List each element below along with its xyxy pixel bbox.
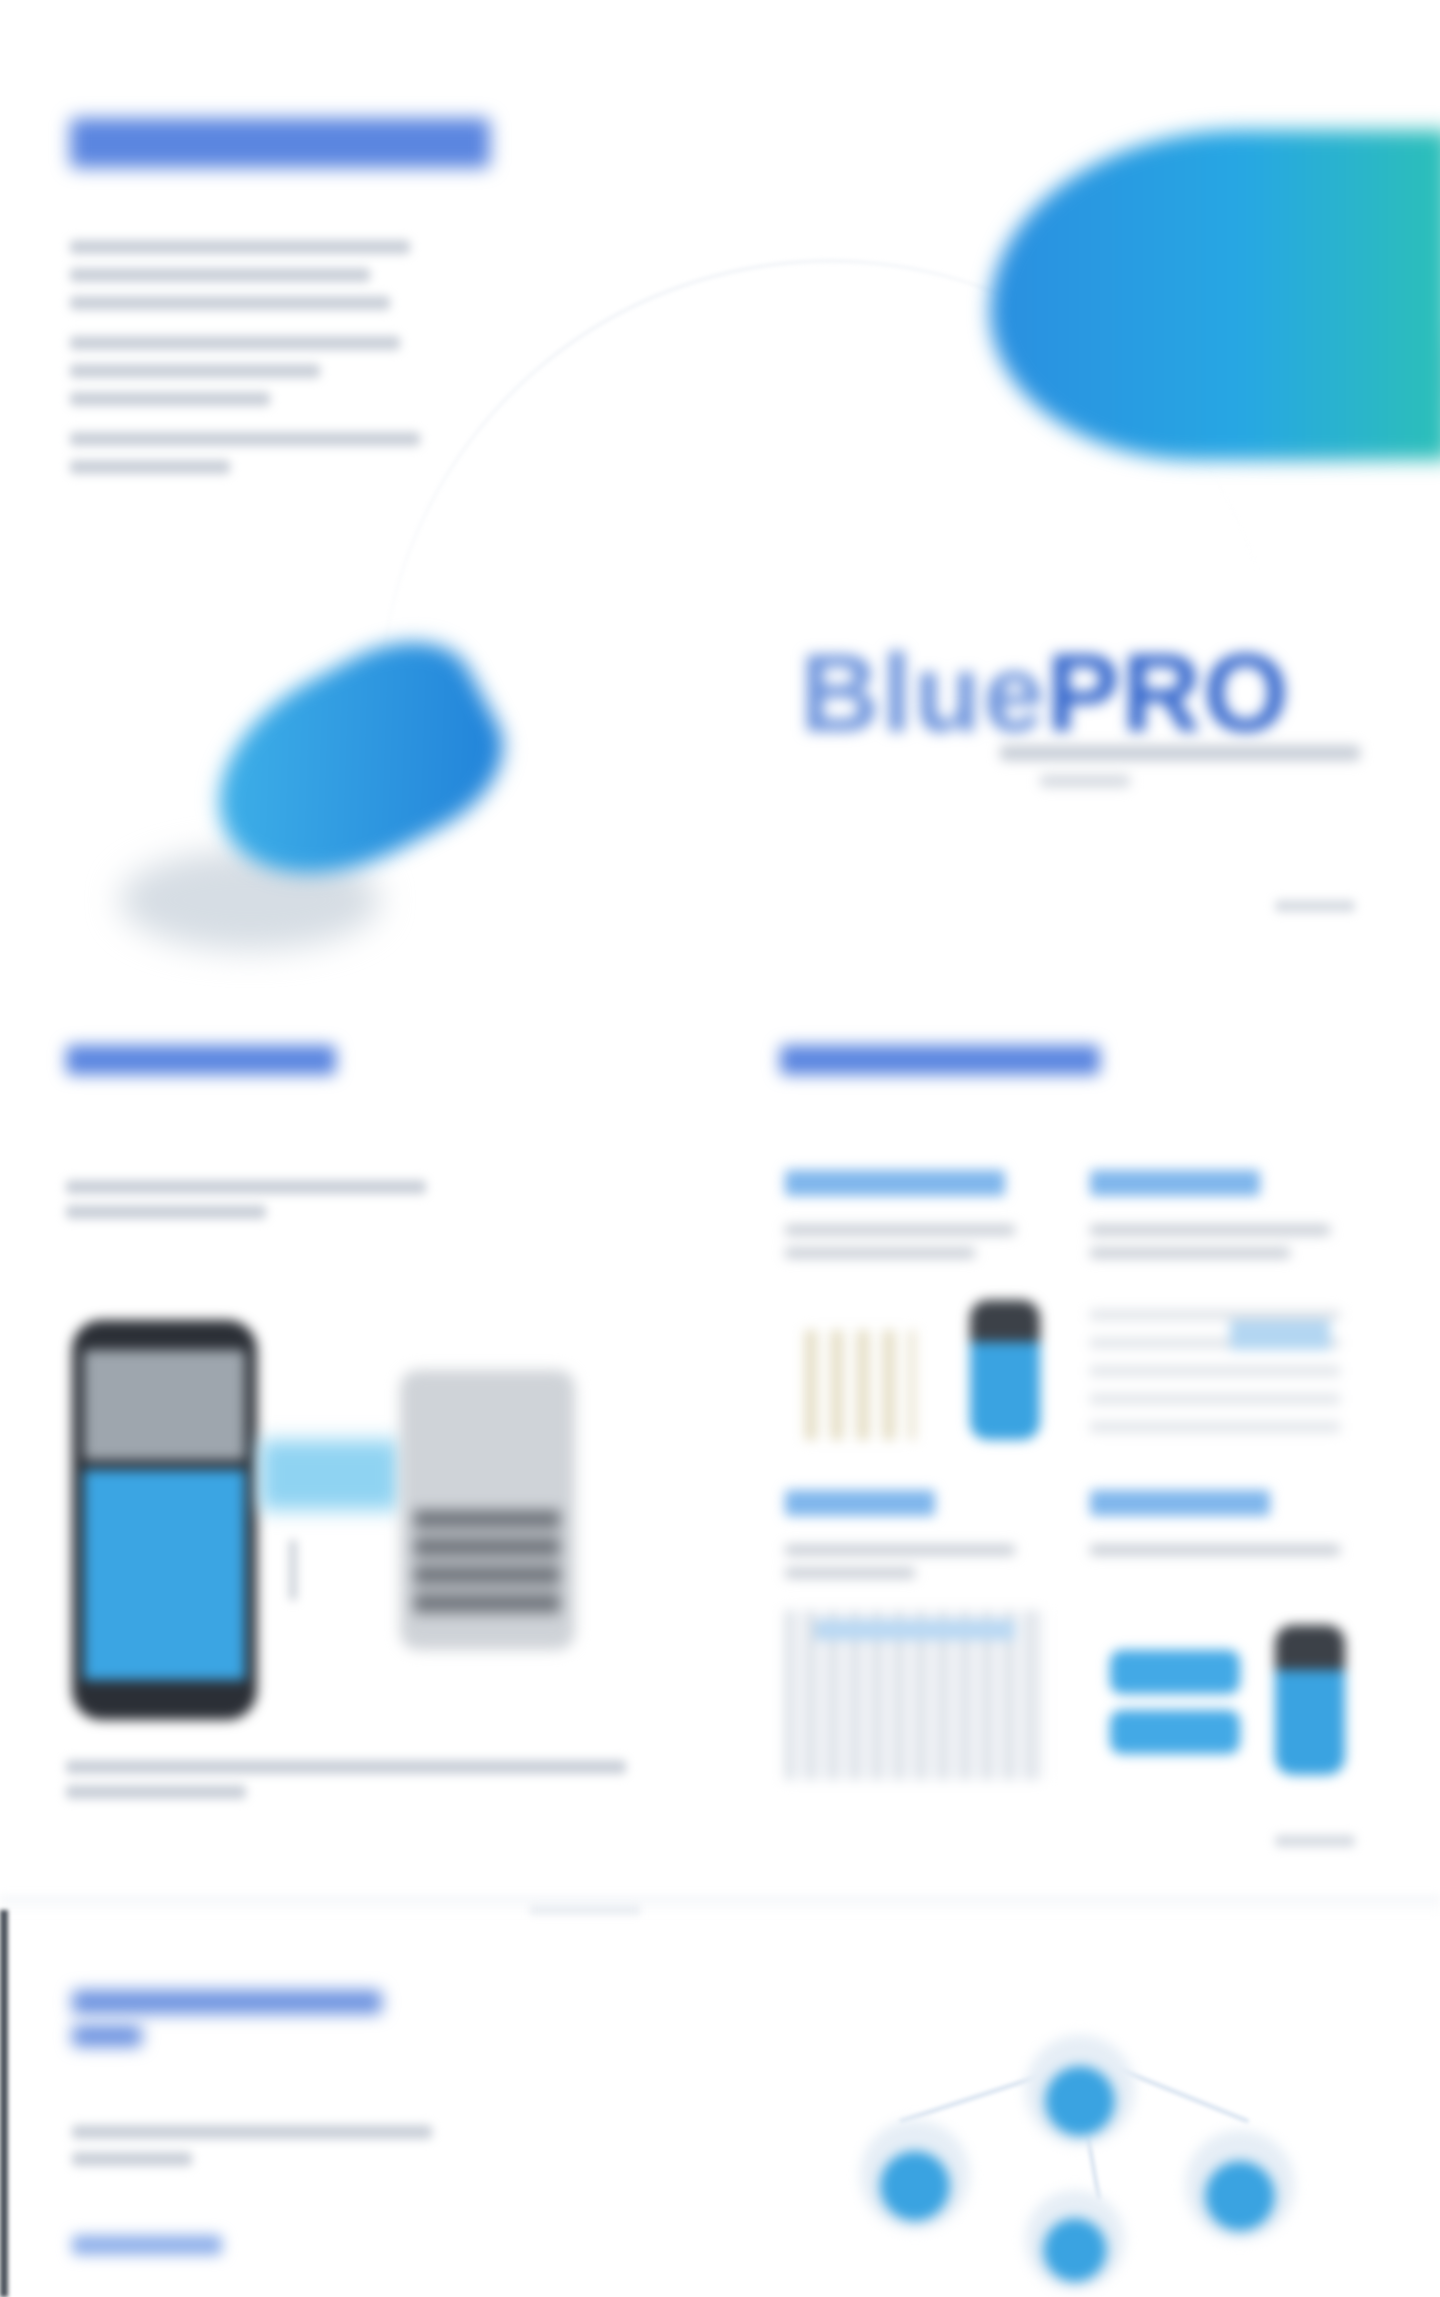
product-bottle-image: [1275, 1625, 1345, 1775]
text-line: [70, 268, 370, 282]
text-line: [70, 364, 320, 378]
right-panel-heading: [780, 1045, 1100, 1075]
left-panel-heading: [66, 1045, 336, 1075]
feature-tile: [1090, 1170, 1355, 1470]
receipt-image: [400, 1370, 575, 1650]
logo-dark-part: PRO: [1046, 632, 1291, 755]
feature-pill: [1110, 1710, 1240, 1754]
page-number: [1275, 900, 1355, 912]
logo-tagline: [1040, 775, 1130, 787]
feature-pill: [1110, 1650, 1240, 1694]
bottom-subheading: [72, 2235, 222, 2255]
left-panel-intro: [66, 1205, 266, 1219]
product-bottle-image: [970, 1300, 1040, 1440]
edge-bar: [0, 1910, 8, 2297]
bottom-paragraph: [72, 2125, 432, 2139]
section-title-blur: [70, 118, 490, 168]
diagram-node: [1025, 2190, 1125, 2290]
divider-accent: [530, 1905, 640, 1915]
transfer-arrow: [260, 1440, 400, 1510]
feature-tile: [785, 1490, 1050, 1790]
left-panel-intro: [66, 1180, 426, 1194]
brand-logo: BluePRO: [800, 630, 1291, 757]
text-line: [70, 296, 390, 310]
text-line: [70, 460, 230, 474]
left-panel-caption: [66, 1785, 246, 1799]
phone-image: [72, 1320, 257, 1720]
bottom-heading: [72, 2025, 142, 2047]
logo-light-part: Blue: [800, 632, 1047, 755]
decorative-swoop-top: [990, 130, 1440, 460]
text-line: [70, 336, 400, 350]
bottom-paragraph: [72, 2152, 192, 2166]
intro-paragraph: [70, 240, 430, 474]
logo-tagline: [1000, 745, 1360, 761]
text-line: [70, 240, 410, 254]
text-line: [70, 392, 270, 406]
left-panel-caption: [66, 1760, 626, 1774]
page-number: [1275, 1835, 1355, 1847]
diagram-node: [1185, 2130, 1295, 2240]
diagram-node: [1025, 2035, 1135, 2145]
diagram-node: [860, 2120, 970, 2230]
text-line: [70, 432, 420, 446]
section-divider: [0, 1895, 1440, 1915]
bottom-heading: [72, 1990, 382, 2014]
connector-line: [290, 1540, 356, 1600]
